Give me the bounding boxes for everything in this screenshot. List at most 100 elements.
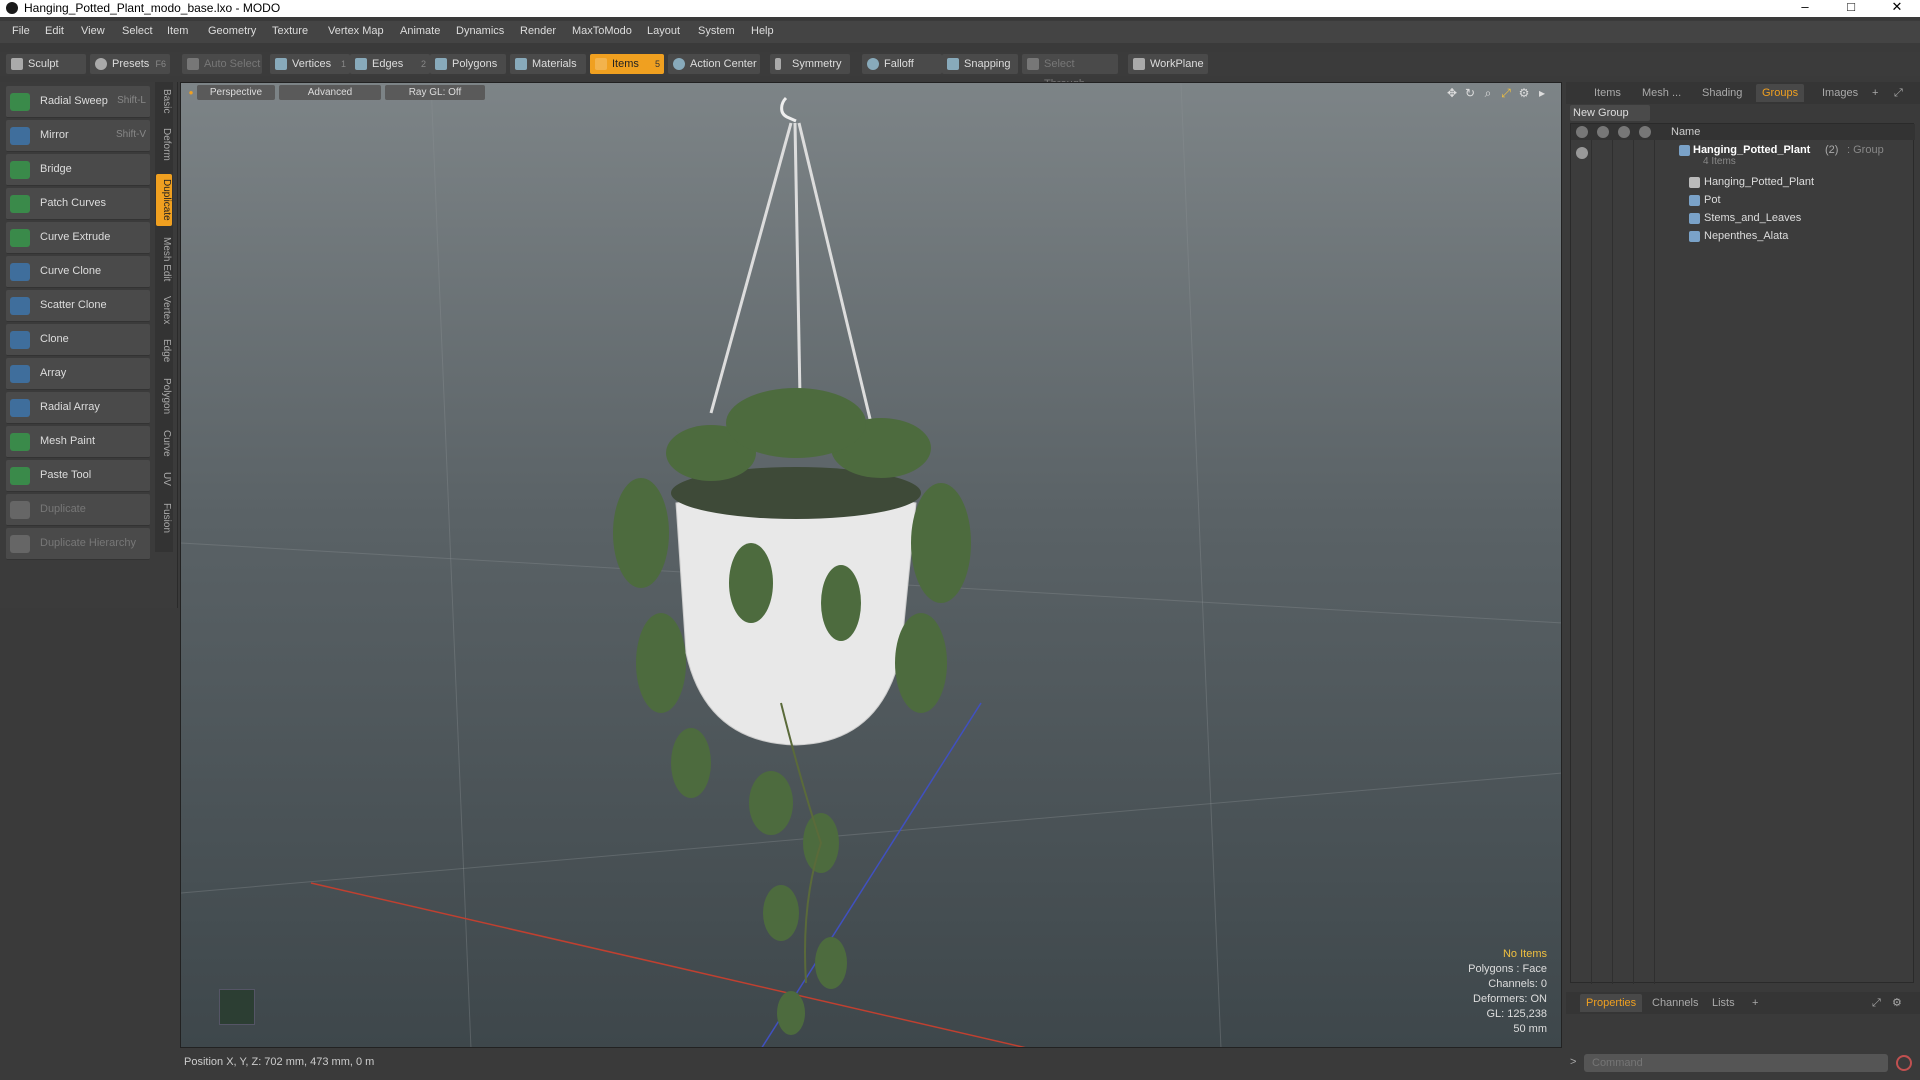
menu-render[interactable]: Render bbox=[520, 25, 556, 37]
vtab-uv[interactable]: UV bbox=[156, 468, 172, 490]
new-group-button[interactable]: New Group bbox=[1570, 105, 1650, 121]
visibility-column-icon[interactable] bbox=[1576, 126, 1588, 138]
tab-images[interactable]: Images bbox=[1816, 84, 1864, 102]
menu-view[interactable]: View bbox=[81, 25, 105, 37]
viewport-menu-icon[interactable]: ● bbox=[184, 86, 198, 100]
presets-button[interactable]: Presets F6 bbox=[90, 54, 170, 74]
tool-clone[interactable]: Clone bbox=[6, 324, 150, 356]
vtab-edge[interactable]: Edge bbox=[156, 336, 172, 366]
menu-geometry[interactable]: Geometry bbox=[208, 25, 256, 37]
snapping-button[interactable]: Snapping bbox=[942, 54, 1018, 74]
tab-items[interactable]: Items bbox=[1588, 84, 1627, 102]
materials-button[interactable]: Materials bbox=[510, 54, 586, 74]
menu-dynamics[interactable]: Dynamics bbox=[456, 25, 504, 37]
menu-maxtomodo[interactable]: MaxToModo bbox=[572, 25, 632, 37]
close-button[interactable]: ✕ bbox=[1874, 0, 1920, 17]
tab-groups[interactable]: Groups bbox=[1756, 84, 1805, 102]
materials-icon bbox=[515, 58, 527, 70]
polygons-button[interactable]: Polygons bbox=[430, 54, 506, 74]
command-input[interactable] bbox=[1584, 1054, 1888, 1072]
menu-animate[interactable]: Animate bbox=[400, 25, 440, 37]
select-through-button[interactable]: Select Through bbox=[1022, 54, 1118, 90]
vtab-mesh-edit[interactable]: Mesh Edit bbox=[156, 234, 172, 284]
viewport-settings-icon[interactable]: ⚙ bbox=[1517, 86, 1531, 100]
panel-expand-icon[interactable]: ⤢ bbox=[1888, 84, 1909, 102]
menu-help[interactable]: Help bbox=[751, 25, 774, 37]
vertices-button[interactable]: Vertices 1 bbox=[270, 54, 350, 74]
menu-item[interactable]: Item bbox=[167, 25, 188, 37]
list-item[interactable]: Nepenthes_Alata bbox=[1571, 228, 1915, 246]
auto-select-button[interactable]: Auto Select bbox=[182, 54, 262, 74]
list-item[interactable]: Pot bbox=[1571, 192, 1915, 210]
add-tab-button[interactable]: + bbox=[1866, 84, 1884, 102]
shading-mode-button[interactable]: Advanced bbox=[279, 85, 381, 100]
tab-shading[interactable]: Shading bbox=[1696, 84, 1748, 102]
tool-curve-extrude[interactable]: Curve Extrude bbox=[6, 222, 150, 254]
falloff-button[interactable]: Falloff bbox=[862, 54, 942, 74]
menu-system[interactable]: System bbox=[698, 25, 735, 37]
list-item[interactable]: Stems_and_Leaves bbox=[1571, 210, 1915, 228]
tool-scatter-clone[interactable]: Scatter Clone bbox=[6, 290, 150, 322]
fit-icon[interactable]: ⤢ bbox=[1499, 86, 1513, 100]
list-item[interactable]: Hanging_Potted_Plant bbox=[1571, 174, 1915, 192]
vtab-curve[interactable]: Curve bbox=[156, 426, 172, 460]
edges-button[interactable]: Edges 2 bbox=[350, 54, 430, 74]
rotate-icon[interactable]: ↻ bbox=[1463, 86, 1477, 100]
lock-column-icon[interactable] bbox=[1618, 126, 1630, 138]
symmetry-button[interactable]: Symmetry bbox=[770, 54, 850, 74]
tool-bridge[interactable]: Bridge bbox=[6, 154, 150, 186]
maximize-button[interactable]: □ bbox=[1828, 0, 1874, 17]
tool-paste-tool[interactable]: Paste Tool bbox=[6, 460, 150, 492]
command-history-icon[interactable] bbox=[1896, 1055, 1912, 1071]
menu-layout[interactable]: Layout bbox=[647, 25, 680, 37]
tab-mesh[interactable]: Mesh ... bbox=[1636, 84, 1687, 102]
tool-curve-clone[interactable]: Curve Clone bbox=[6, 256, 150, 288]
tool-patch-curves[interactable]: Patch Curves bbox=[6, 188, 150, 220]
selection-info: No Items bbox=[1502, 948, 1547, 960]
view-mode-button[interactable]: Perspective bbox=[197, 85, 275, 100]
properties-expand-icon[interactable]: ⤢ bbox=[1866, 994, 1887, 1012]
tool-radial-array[interactable]: Radial Array bbox=[6, 392, 150, 424]
menu-edit[interactable]: Edit bbox=[45, 25, 64, 37]
group-name: Hanging_Potted_Plant bbox=[1693, 144, 1811, 156]
select-column-icon[interactable] bbox=[1639, 126, 1651, 138]
menu-select[interactable]: Select bbox=[122, 25, 153, 37]
properties-settings-icon[interactable]: ⚙ bbox=[1886, 994, 1908, 1012]
action-center-button[interactable]: Action Center bbox=[668, 54, 760, 74]
menu-file[interactable]: File bbox=[12, 25, 30, 37]
tool-array[interactable]: Array bbox=[6, 358, 150, 390]
menu-vertex-map[interactable]: Vertex Map bbox=[328, 25, 384, 37]
vtab-basic[interactable]: Basic bbox=[156, 86, 172, 116]
tool-mesh-paint[interactable]: Mesh Paint bbox=[6, 426, 150, 458]
add-properties-tab-button[interactable]: + bbox=[1746, 994, 1764, 1012]
render-column-icon[interactable] bbox=[1597, 126, 1609, 138]
tool-duplicate-hierarchy[interactable]: Duplicate Hierarchy bbox=[6, 528, 150, 560]
vtab-polygon[interactable]: Polygon bbox=[156, 374, 172, 418]
group-items-count: 4 Items bbox=[1703, 156, 1736, 167]
pan-icon[interactable]: ✥ bbox=[1445, 86, 1459, 100]
tab-properties[interactable]: Properties bbox=[1580, 994, 1643, 1012]
viewport-expand-icon[interactable]: ▸ bbox=[1535, 86, 1549, 100]
tool-panel: Radial Sweep Shift-L Mirror Shift-V Bridge… bbox=[0, 82, 178, 608]
tab-channels[interactable]: Channels bbox=[1646, 994, 1704, 1012]
sculpt-button[interactable]: Sculpt bbox=[6, 54, 86, 74]
tool-duplicate[interactable]: Duplicate bbox=[6, 494, 150, 526]
array-icon bbox=[10, 365, 30, 383]
group-type: : Group bbox=[1847, 144, 1884, 156]
minimize-button[interactable]: – bbox=[1782, 0, 1828, 17]
tool-mirror[interactable]: Mirror Shift-V bbox=[6, 120, 150, 152]
menu-texture[interactable]: Texture bbox=[272, 25, 308, 37]
raygl-button[interactable]: Ray GL: Off bbox=[385, 85, 485, 100]
sculpt-icon bbox=[11, 58, 23, 70]
items-button[interactable]: Items 5 bbox=[590, 54, 664, 74]
vtab-vertex[interactable]: Vertex bbox=[156, 292, 172, 328]
vtab-duplicate[interactable]: Duplicate bbox=[156, 174, 172, 226]
vtab-fusion[interactable]: Fusion bbox=[156, 498, 172, 538]
tool-radial-sweep[interactable]: Radial Sweep Shift-L bbox=[6, 86, 150, 118]
viewport-header: ● Perspective Advanced Ray GL: Off ✥ ↻ ⌕… bbox=[181, 83, 1561, 103]
zoom-icon[interactable]: ⌕ bbox=[1481, 86, 1495, 100]
vtab-deform[interactable]: Deform bbox=[156, 124, 172, 164]
workplane-button[interactable]: WorkPlane bbox=[1128, 54, 1208, 74]
tab-lists[interactable]: Lists bbox=[1706, 994, 1741, 1012]
3d-viewport[interactable]: ● Perspective Advanced Ray GL: Off ✥ ↻ ⌕… bbox=[180, 82, 1562, 1048]
